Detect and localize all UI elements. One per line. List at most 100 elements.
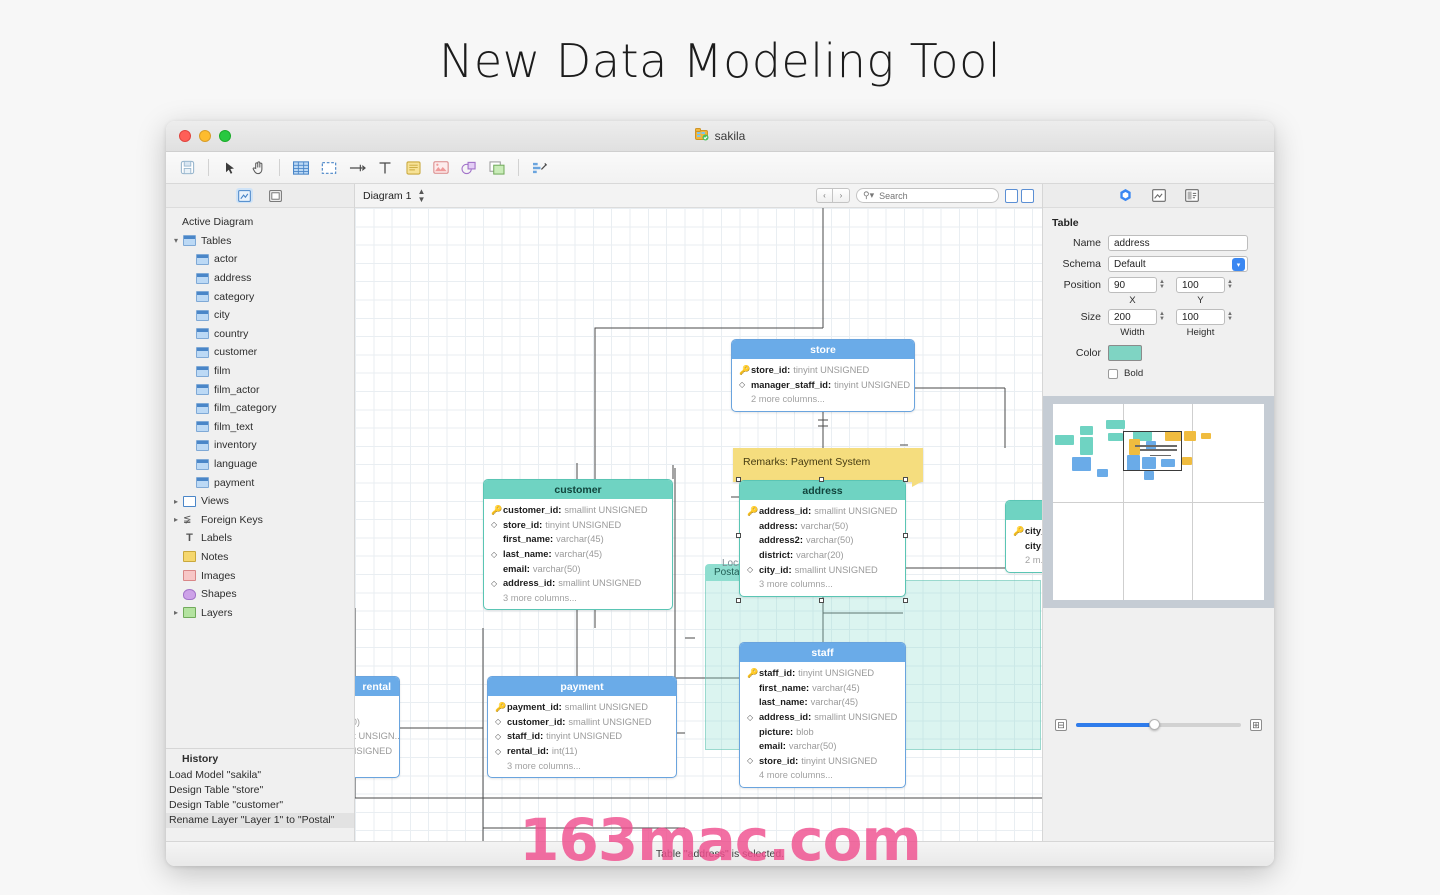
entity-staff[interactable]: staff 🔑staff_id:tinyint UNSIGNED first_n… (739, 642, 906, 788)
chevron-right-icon[interactable]: ▸ (174, 515, 183, 524)
column-row[interactable]: ◇address_id:smallint UNSIGNED (740, 710, 905, 725)
column-row[interactable]: address2:varchar(50) (740, 533, 905, 548)
column-row[interactable]: ◇staff_id:tinyint UNSIGNED (488, 729, 676, 744)
color-swatch[interactable] (1108, 345, 1142, 361)
minimap[interactable] (1053, 404, 1264, 600)
column-row[interactable]: district:varchar(20) (740, 548, 905, 563)
search-input[interactable] (877, 190, 992, 202)
entity-address[interactable]: address 🔑address_id:smallint UNSIGNED ad… (739, 480, 906, 597)
column-row[interactable]: ◇city_id:smallint UNSIGNED (740, 562, 905, 577)
nav-next-button[interactable]: › (833, 188, 850, 203)
resize-handle-se[interactable] (903, 598, 908, 603)
tree-item-film-text[interactable]: film_text (166, 418, 354, 437)
column-row[interactable]: 🔑city_ (1006, 524, 1042, 539)
history-entry[interactable]: Design Table "store" (166, 783, 354, 798)
tree-group-images[interactable]: Images (166, 566, 354, 585)
sticky-note[interactable]: Remarks: Payment System (733, 448, 923, 482)
model-tree[interactable]: Active Diagram ▾ Tables actor address ca… (166, 208, 354, 748)
schema-select[interactable]: Default ▾ (1108, 256, 1248, 272)
more-columns-label[interactable]: 2 m... (1006, 553, 1042, 568)
model-tree-tab[interactable] (236, 188, 253, 203)
chevron-right-icon[interactable]: ▸ (174, 608, 183, 617)
resize-handle-w[interactable] (736, 533, 741, 538)
tree-item-language[interactable]: language (166, 455, 354, 474)
position-y-input[interactable]: 100 (1176, 277, 1225, 293)
more-columns-label[interactable]: 3 more columns... (488, 758, 676, 773)
size-height-stepper[interactable]: 100 ▲▼ (1176, 309, 1233, 325)
column-row[interactable]: mediumint UNSIGN... (355, 729, 399, 744)
column-row[interactable]: smallint INSIGNED (355, 744, 399, 759)
column-row[interactable]: datetime(0) (355, 715, 399, 730)
tree-item-city[interactable]: city (166, 306, 354, 325)
column-row[interactable]: ◇manager_staff_id:tinyint UNSIGNED (732, 378, 914, 393)
column-row[interactable]: ◇store_id:tinyint UNSIGNED (484, 518, 672, 533)
tree-item-actor[interactable]: actor (166, 250, 354, 269)
more-columns-label[interactable]: 3 more columns... (484, 591, 672, 606)
chevron-down-icon[interactable]: ▾ (1232, 258, 1245, 271)
tree-item-film-category[interactable]: film_category (166, 399, 354, 418)
tree-item-category[interactable]: category (166, 287, 354, 306)
column-row[interactable]: address:varchar(50) (740, 519, 905, 534)
tree-item-payment[interactable]: payment (166, 473, 354, 492)
column-row[interactable]: city: (1006, 539, 1042, 554)
column-row[interactable]: picture:blob (740, 724, 905, 739)
column-row[interactable] (355, 700, 399, 715)
pointer-icon[interactable] (217, 156, 243, 180)
diagram-canvas[interactable]: Postal Location Remarks: Payment System … (355, 208, 1042, 841)
minimap-viewport[interactable] (1123, 431, 1182, 470)
more-columns-label[interactable]: 2 more columns... (732, 392, 914, 407)
layer-icon[interactable] (484, 156, 510, 180)
resize-handle-n[interactable] (819, 477, 824, 482)
image-icon[interactable] (428, 156, 454, 180)
column-row[interactable]: 🔑store_id:tinyint UNSIGNED (732, 363, 914, 378)
column-row[interactable]: email:varchar(50) (484, 561, 672, 576)
nav-prev-button[interactable]: ‹ (816, 188, 833, 203)
tree-item-country[interactable]: country (166, 325, 354, 344)
view-icon[interactable] (316, 156, 342, 180)
history-entry-selected[interactable]: Rename Layer "Layer 1" to "Postal" (166, 813, 354, 828)
position-x-stepper[interactable]: 90 ▲▼ (1108, 277, 1165, 293)
chevron-down-icon[interactable]: ▾ (174, 236, 183, 245)
size-width-input[interactable]: 200 (1108, 309, 1157, 325)
chevron-right-icon[interactable]: ▸ (174, 497, 183, 506)
tree-group-tables[interactable]: ▾ Tables (166, 232, 354, 251)
tree-root-active-diagram[interactable]: Active Diagram (166, 213, 354, 232)
entity-city[interactable]: 🔑city_ city: 2 m... (1005, 500, 1042, 573)
size-height-input[interactable]: 100 (1176, 309, 1225, 325)
stepper-arrows-icon[interactable]: ▲▼ (1159, 280, 1165, 291)
column-row[interactable]: ◇last_name:varchar(45) (484, 547, 672, 562)
stepper-arrows-icon[interactable]: ▲▼ (1227, 312, 1233, 323)
column-row[interactable]: 🔑payment_id:smallint UNSIGNED (488, 700, 676, 715)
column-row[interactable]: 🔑staff_id:tinyint UNSIGNED (740, 666, 905, 681)
tree-group-foreign-keys[interactable]: ▸ ≨ Foreign Keys (166, 511, 354, 530)
table-icon[interactable] (288, 156, 314, 180)
search-box[interactable]: ⚲▾ (856, 188, 999, 203)
resize-handle-nw[interactable] (736, 477, 741, 482)
more-columns-label[interactable]: 3 more columns... (740, 577, 905, 592)
resize-handle-s[interactable] (819, 598, 824, 603)
column-row[interactable]: email:varchar(50) (740, 739, 905, 754)
layers-panel-tab[interactable] (267, 188, 284, 203)
zoom-fit-icon[interactable]: ⊞ (1250, 719, 1262, 731)
column-row[interactable]: ◇rental_id:int(11) (488, 744, 676, 759)
zoom-slider[interactable] (1076, 723, 1241, 727)
foreign-key-icon[interactable] (344, 156, 370, 180)
diagram-properties-tab[interactable] (1150, 188, 1167, 203)
nav-buttons[interactable]: ‹ › (816, 188, 850, 203)
resize-handle-e[interactable] (903, 533, 908, 538)
column-row[interactable]: ◇store_id:tinyint UNSIGNED (740, 754, 905, 769)
more-columns-label[interactable]: 4 more columns... (740, 768, 905, 783)
resize-handle-sw[interactable] (736, 598, 741, 603)
split-view-icon[interactable] (1005, 189, 1034, 203)
tree-group-labels[interactable]: T Labels (166, 529, 354, 548)
column-row[interactable]: 🔑address_id:smallint UNSIGNED (740, 504, 905, 519)
text-label-icon[interactable] (372, 156, 398, 180)
zoom-out-icon[interactable]: ⊟ (1055, 719, 1067, 731)
tree-group-notes[interactable]: Notes (166, 548, 354, 567)
position-y-stepper[interactable]: 100 ▲▼ (1176, 277, 1233, 293)
column-row[interactable]: ◇address_id:smallint UNSIGNED (484, 576, 672, 591)
column-row[interactable]: first_name:varchar(45) (484, 532, 672, 547)
column-row[interactable]: last_name:varchar(45) (740, 695, 905, 710)
diagram-stepper-icon[interactable]: ▲▼ (417, 188, 425, 204)
shape-icon[interactable] (456, 156, 482, 180)
